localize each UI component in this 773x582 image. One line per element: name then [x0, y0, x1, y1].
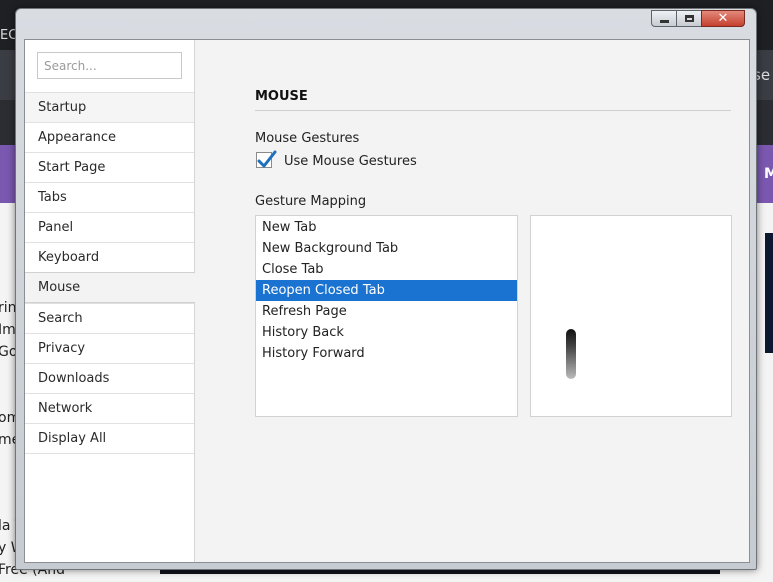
list-item[interactable]: Close Tab: [256, 259, 517, 280]
use-mouse-gestures-label[interactable]: Use Mouse Gestures: [284, 154, 417, 169]
background-banner-letter: M: [764, 166, 773, 182]
sidebar-item-keyboard[interactable]: Keyboard: [25, 242, 194, 272]
background-image-strip: [765, 233, 773, 353]
gesture-mapping-list[interactable]: New Tab New Background Tab Close Tab Reo…: [255, 215, 518, 417]
sidebar-item-downloads[interactable]: Downloads: [25, 363, 194, 393]
list-item[interactable]: New Tab: [256, 217, 517, 238]
sidebar-item-appearance[interactable]: Appearance: [25, 122, 194, 152]
background-text: Im: [0, 322, 16, 338]
minimize-button[interactable]: [651, 10, 677, 27]
list-item[interactable]: History Forward: [256, 343, 517, 364]
minimize-icon: [659, 19, 669, 23]
settings-nav: Startup Appearance Start Page Tabs Panel…: [25, 92, 195, 454]
maximize-button[interactable]: [676, 10, 702, 27]
sidebar-item-start-page[interactable]: Start Page: [25, 152, 194, 182]
mouse-gestures-heading: Mouse Gestures: [255, 131, 360, 146]
close-icon: ✕: [717, 11, 729, 26]
sidebar-item-search[interactable]: Search: [25, 303, 194, 333]
sidebar-item-privacy[interactable]: Privacy: [25, 333, 194, 363]
sidebar-item-panel[interactable]: Panel: [25, 212, 194, 242]
window-controls: ✕: [651, 10, 745, 28]
sidebar-item-tabs[interactable]: Tabs: [25, 182, 194, 212]
maximize-icon: [684, 15, 694, 22]
search-input[interactable]: [37, 52, 182, 79]
gesture-mapping-heading: Gesture Mapping: [255, 194, 367, 209]
list-item[interactable]: New Background Tab: [256, 238, 517, 259]
mouse-settings-panel: MOUSE Mouse Gestures Use Mouse Gestures …: [195, 40, 749, 562]
settings-content: Startup Appearance Start Page Tabs Panel…: [24, 39, 750, 563]
gesture-stroke-icon: [566, 329, 576, 379]
close-button[interactable]: ✕: [701, 10, 745, 27]
checkmark-icon: [257, 150, 277, 168]
sidebar-item-mouse[interactable]: Mouse: [25, 272, 195, 303]
list-item-selected[interactable]: Reopen Closed Tab: [256, 280, 517, 301]
list-item[interactable]: History Back: [256, 322, 517, 343]
settings-window: ✕ Startup Appearance Start Page Tabs Pan…: [15, 8, 757, 570]
sidebar-item-startup[interactable]: Startup: [25, 92, 194, 122]
sidebar-item-display-all[interactable]: Display All: [25, 423, 194, 454]
list-item[interactable]: Refresh Page: [256, 301, 517, 322]
settings-sidebar: Startup Appearance Start Page Tabs Panel…: [25, 40, 195, 562]
gesture-preview-pane: [530, 215, 732, 417]
section-title: MOUSE: [255, 89, 731, 111]
use-mouse-gestures-checkbox[interactable]: [256, 150, 277, 168]
sidebar-item-network[interactable]: Network: [25, 393, 194, 423]
